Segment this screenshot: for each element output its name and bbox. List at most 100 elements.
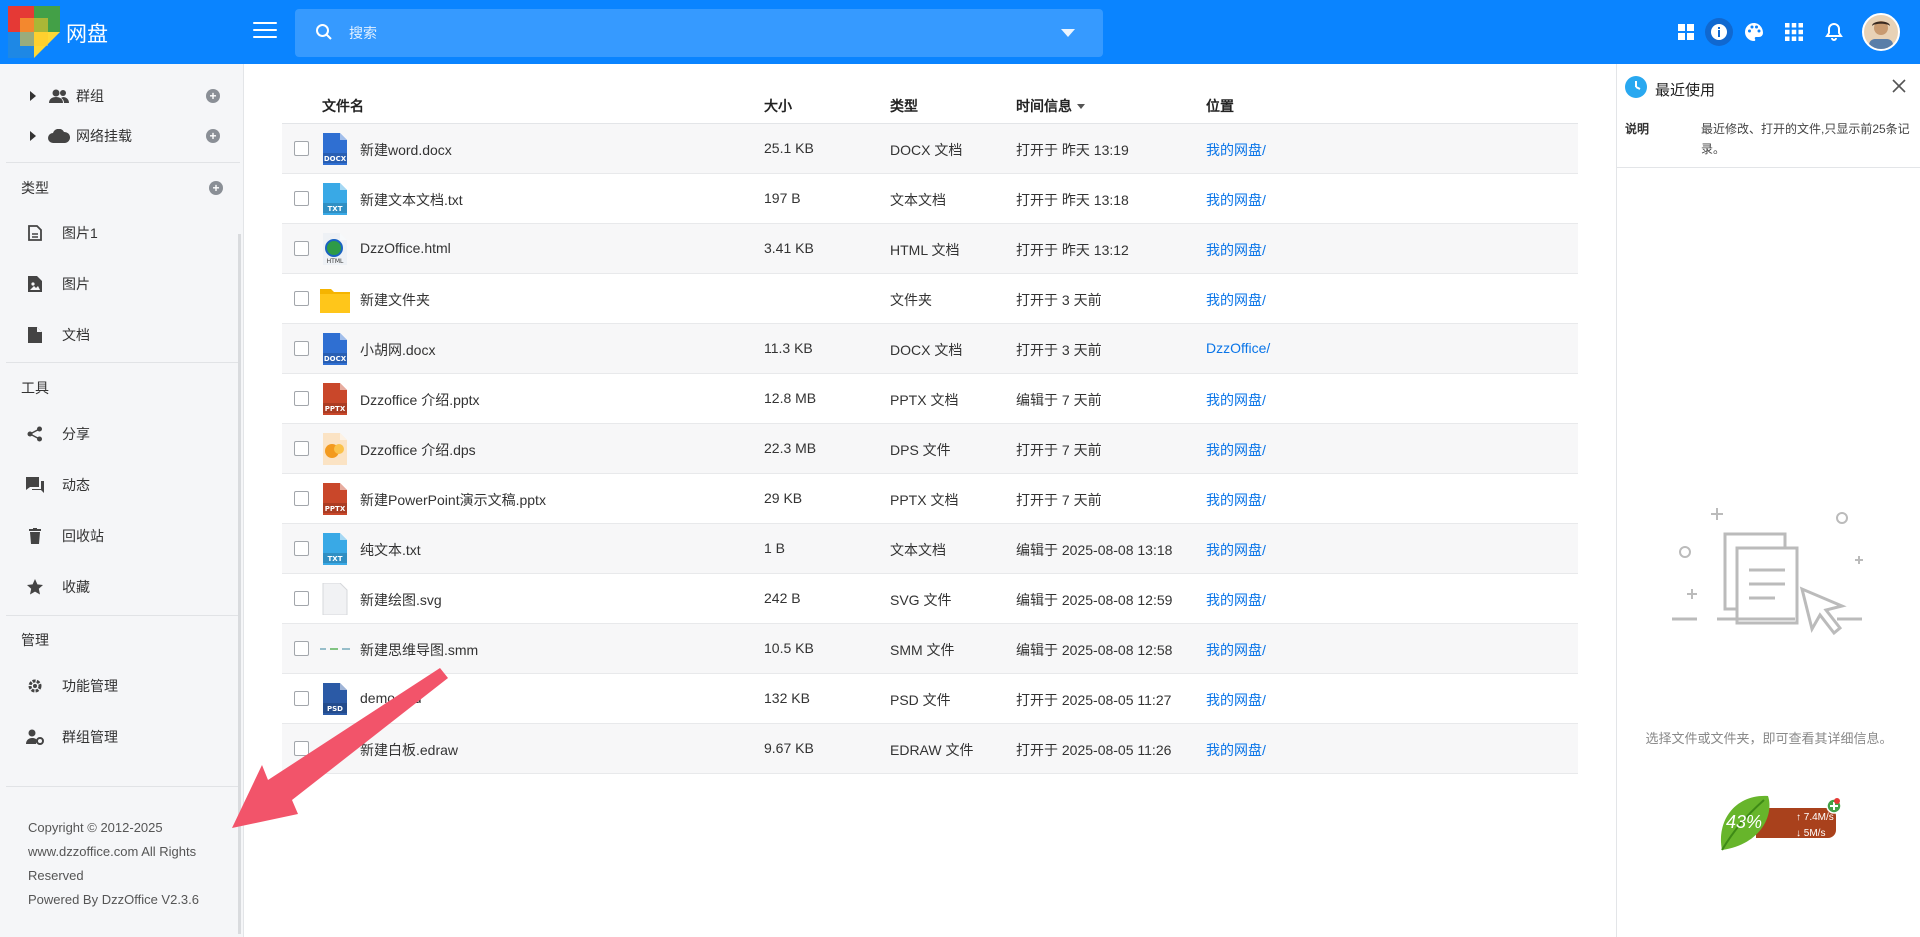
table-row[interactable]: 新建文件夹 文件夹 打开于 3 天前 我的网盘/ (282, 274, 1578, 324)
file-name[interactable]: DzzOffice.html (360, 240, 451, 256)
row-checkbox[interactable] (294, 241, 309, 256)
sidebar-item-activity[interactable]: 动态 (0, 465, 240, 505)
menu-toggle-button[interactable] (253, 22, 277, 42)
row-checkbox[interactable] (294, 441, 309, 456)
sidebar-item-label: 网络挂载 (76, 128, 132, 144)
sort-down-icon[interactable] (1077, 104, 1085, 109)
clock-icon (1625, 76, 1647, 98)
file-name[interactable]: 新建绘图.svg (360, 590, 442, 610)
row-checkbox[interactable] (294, 641, 309, 656)
sidebar-item-network-mount[interactable]: 网络挂载 + (0, 116, 240, 156)
file-location-link[interactable]: 我的网盘/ (1206, 590, 1266, 610)
palette-icon[interactable] (1742, 20, 1766, 44)
file-name[interactable]: Dzzoffice 介绍.dps (360, 440, 476, 460)
row-checkbox[interactable] (294, 191, 309, 206)
row-checkbox[interactable] (294, 141, 309, 156)
search-icon[interactable] (315, 23, 333, 41)
file-location-link[interactable]: 我的网盘/ (1206, 290, 1266, 310)
grid-view-icon[interactable] (1674, 20, 1698, 44)
file-name[interactable]: 新建思维导图.smm (360, 640, 478, 660)
table-row[interactable]: PSD demo.psd 132 KB PSD 文件 打开于 2025-08-05 11… (282, 674, 1578, 724)
folder-file-icon (320, 283, 350, 315)
table-row[interactable]: PPTX Dzzoffice 介绍.pptx 12.8 MB PPTX 文档 编辑于 7… (282, 374, 1578, 424)
file-type: DOCX 文档 (890, 342, 963, 358)
txt-file-icon: TXT (320, 183, 350, 215)
file-name[interactable]: 新建白板.edraw (360, 740, 458, 760)
add-mount-icon[interactable]: + (206, 129, 220, 143)
file-name[interactable]: Dzzoffice 介绍.pptx (360, 390, 480, 410)
table-row[interactable]: 新建绘图.svg 242 B SVG 文件 编辑于 2025-08-08 12:59 我… (282, 574, 1578, 624)
sidebar-item-share[interactable]: 分享 (0, 414, 240, 454)
column-header-size[interactable]: 大小 (764, 96, 792, 116)
column-header-name[interactable]: 文件名 (322, 96, 364, 116)
search-options-dropdown-icon[interactable] (1061, 29, 1075, 37)
sidebar-item-group-management[interactable]: 群组管理 (0, 717, 240, 757)
file-name[interactable]: 新建文本文档.txt (360, 190, 463, 210)
table-row[interactable]: TXT 纯文本.txt 1 B 文本文档 编辑于 2025-08-08 13:18 我的网… (282, 524, 1578, 574)
apps-icon[interactable] (1782, 20, 1806, 44)
sidebar-item-documents[interactable]: 文档 (0, 315, 240, 355)
file-location-link[interactable]: 我的网盘/ (1206, 190, 1266, 210)
sidebar-item-images1[interactable]: 图片1 (0, 213, 240, 253)
table-row[interactable]: DOCX 新建word.docx 25.1 KB DOCX 文档 打开于 昨天 13:1… (282, 124, 1578, 174)
file-location-link[interactable]: 我的网盘/ (1206, 390, 1266, 410)
table-row[interactable]: DOCX 小胡网.docx 11.3 KB DOCX 文档 打开于 3 天前 DzzOff… (282, 324, 1578, 374)
table-row[interactable]: TXT 新建文本文档.txt 197 B 文本文档 打开于 昨天 13:18 我的网盘/ (282, 174, 1578, 224)
user-avatar[interactable] (1862, 13, 1900, 51)
app-logo[interactable] (8, 6, 60, 58)
add-type-icon[interactable]: + (209, 181, 223, 195)
file-size: 242 B (764, 590, 801, 606)
column-header-location[interactable]: 位置 (1206, 96, 1234, 116)
add-group-icon[interactable]: + (206, 89, 220, 103)
column-header-time[interactable]: 时间信息 (1016, 96, 1085, 116)
row-checkbox[interactable] (294, 291, 309, 306)
row-checkbox[interactable] (294, 391, 309, 406)
file-name[interactable]: 新建PowerPoint演示文稿.pptx (360, 490, 546, 510)
copyright-text: Copyright © 2012-2025 (28, 820, 163, 835)
search-input[interactable] (349, 21, 1029, 45)
file-name[interactable]: 纯文本.txt (360, 540, 421, 560)
cloud-icon (48, 127, 70, 145)
file-location-link[interactable]: 我的网盘/ (1206, 540, 1266, 560)
empty-state-hint: 选择文件或文件夹，即可查看其详细信息。 (1645, 731, 1893, 746)
file-name[interactable]: 小胡网.docx (360, 340, 435, 360)
file-name[interactable]: demo.psd (360, 690, 421, 706)
sidebar-item-images[interactable]: 图片 (0, 264, 240, 304)
row-checkbox[interactable] (294, 541, 309, 556)
table-row[interactable]: PPTX 新建PowerPoint演示文稿.pptx 29 KB PPTX 文档 打开于… (282, 474, 1578, 524)
table-row[interactable]: 新建思维导图.smm 10.5 KB SMM 文件 编辑于 2025-08-08 12… (282, 624, 1578, 674)
row-checkbox[interactable] (294, 341, 309, 356)
column-header-type[interactable]: 类型 (890, 96, 918, 116)
file-location-link[interactable]: 我的网盘/ (1206, 440, 1266, 460)
expand-caret-icon[interactable] (30, 131, 36, 141)
file-location-link[interactable]: 我的网盘/ (1206, 140, 1266, 160)
expand-caret-icon[interactable] (30, 91, 36, 101)
sidebar-item-recycle-bin[interactable]: 回收站 (0, 516, 240, 556)
file-location-link[interactable]: 我的网盘/ (1206, 240, 1266, 260)
file-name[interactable]: 新建word.docx (360, 140, 452, 160)
table-row[interactable]: Dzzoffice 介绍.dps 22.3 MB DPS 文件 打开于 7 天前 我的网… (282, 424, 1578, 474)
file-location-link[interactable]: 我的网盘/ (1206, 690, 1266, 710)
sidebar-scrollbar[interactable] (238, 234, 241, 934)
file-location-link[interactable]: 我的网盘/ (1206, 740, 1266, 760)
sidebar-item-favorites[interactable]: 收藏 (0, 567, 240, 607)
pptx-file-icon: PPTX (320, 383, 350, 415)
info-icon[interactable] (1705, 18, 1733, 46)
table-row[interactable]: HTML DzzOffice.html 3.41 KB HTML 文档 打开于 昨天 1… (282, 224, 1578, 274)
bell-icon[interactable] (1822, 20, 1846, 44)
row-checkbox[interactable] (294, 591, 309, 606)
row-checkbox[interactable] (294, 491, 309, 506)
row-checkbox[interactable] (294, 691, 309, 706)
upload-speed-value: 7.4M/s (1803, 812, 1834, 823)
sidebar-item-groups[interactable]: 群组 + (0, 76, 240, 116)
network-speed-widget[interactable]: 43% ↑ 7.4M/s ↓ 5M/s (1716, 790, 1842, 854)
svg-text:PSD: PSD (327, 705, 343, 713)
file-location-link[interactable]: 我的网盘/ (1206, 490, 1266, 510)
row-checkbox[interactable] (294, 741, 309, 756)
close-icon[interactable] (1890, 77, 1908, 95)
table-row[interactable]: 新建白板.edraw 9.67 KB EDRAW 文件 打开于 2025-08-05 … (282, 724, 1578, 774)
file-location-link[interactable]: 我的网盘/ (1206, 640, 1266, 660)
sidebar-item-feature-management[interactable]: 功能管理 (0, 666, 240, 706)
file-name[interactable]: 新建文件夹 (360, 290, 430, 310)
file-location-link[interactable]: DzzOffice/ (1206, 340, 1270, 356)
